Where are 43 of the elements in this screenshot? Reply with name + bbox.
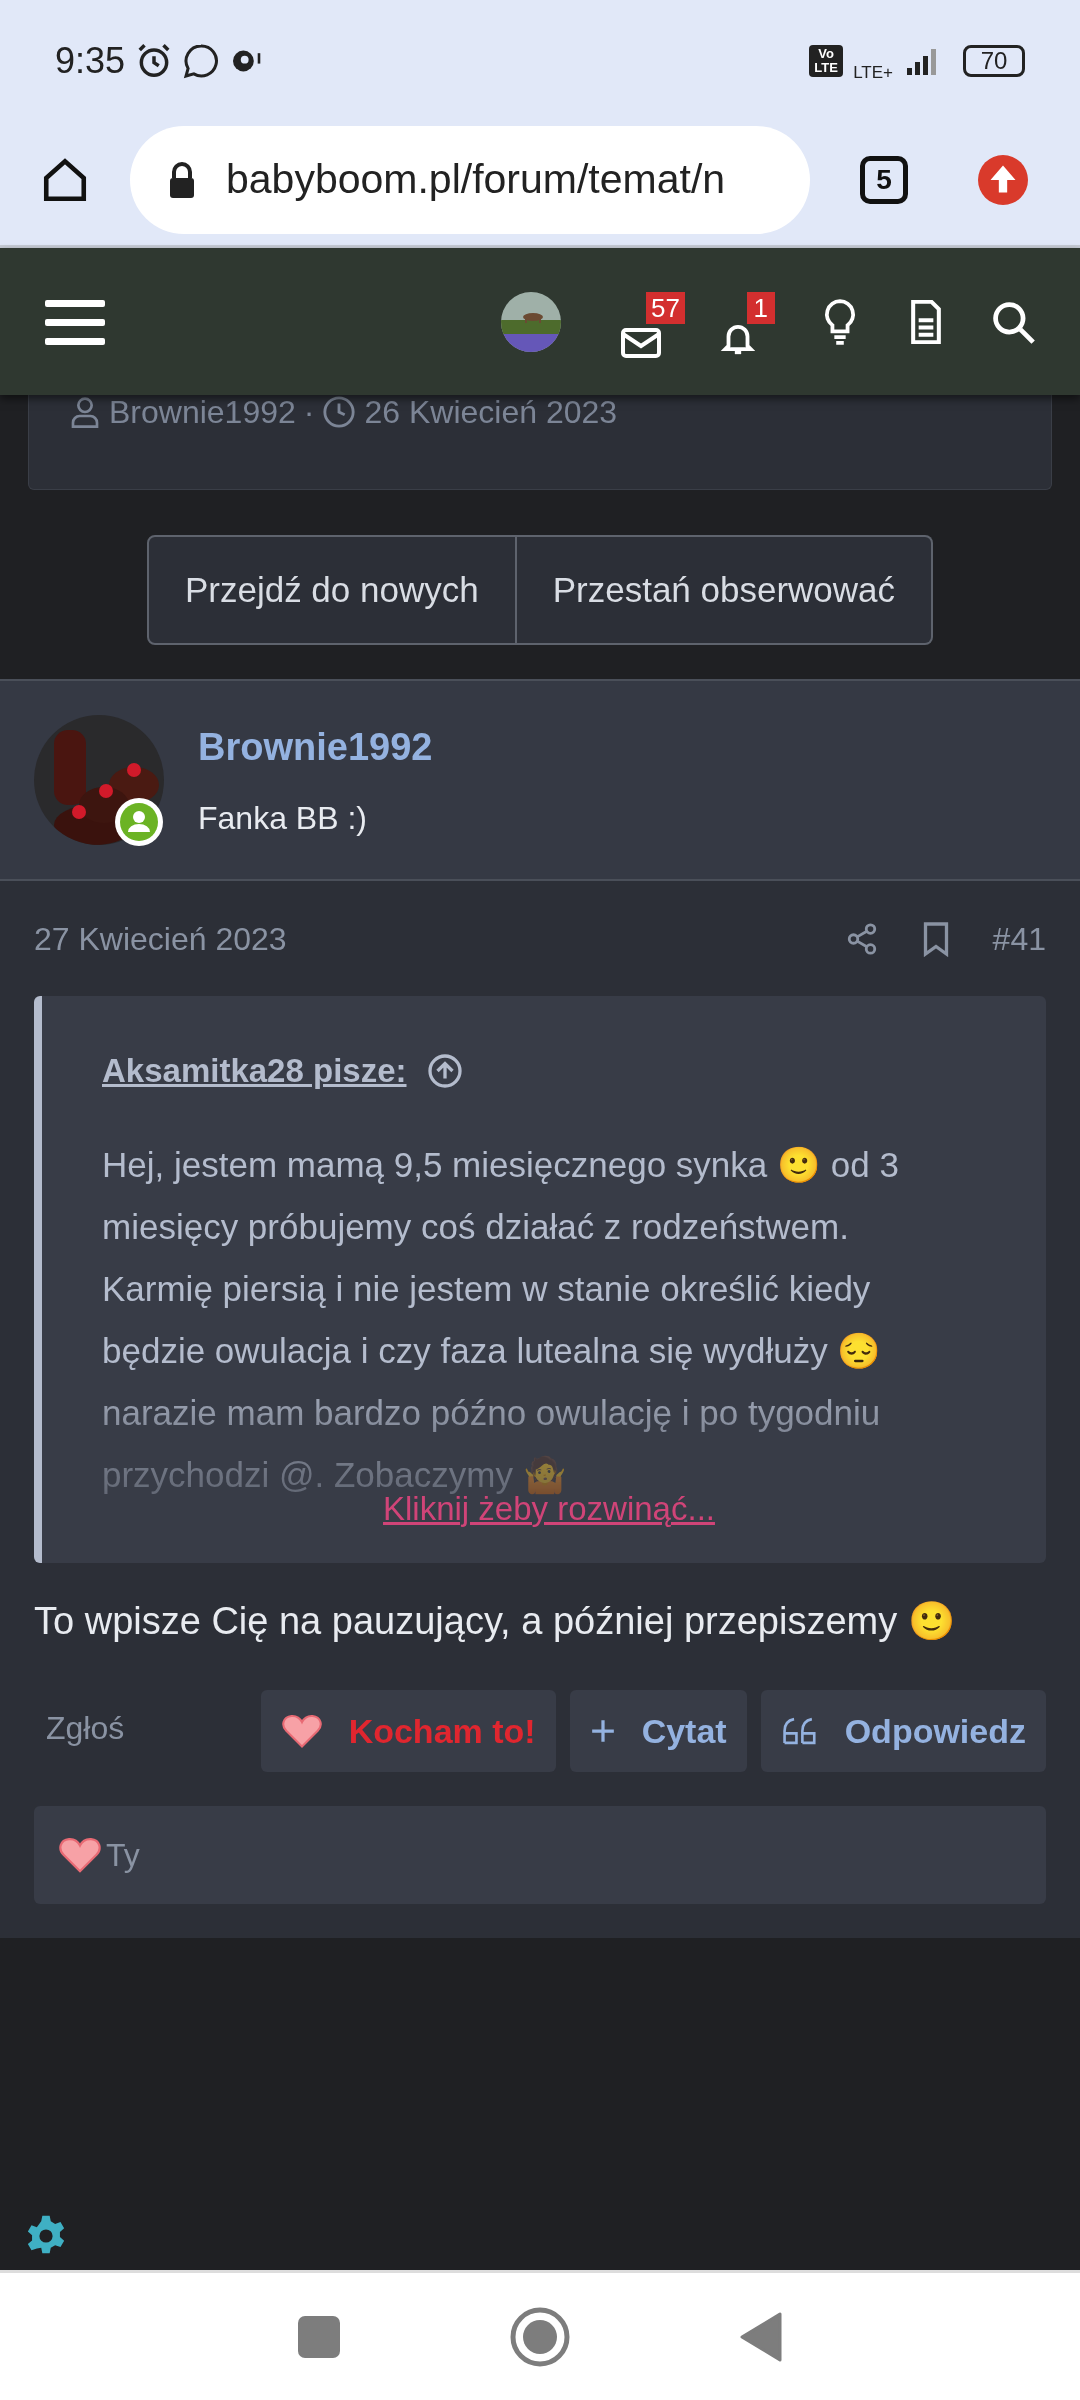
document-icon[interactable] bbox=[909, 299, 943, 344]
clock-time: 9:35 bbox=[55, 38, 126, 83]
thread-button[interactable]: Przejdź do nowych bbox=[146, 535, 517, 645]
recents-icon[interactable] bbox=[298, 2315, 340, 2358]
quote-text: Hej, jestem mamą 9,5 miesięcznego synka 🙂 od 3 miesięcy próbujemy coś działać z rodzeństwem. Karmię piersią i nie jestem w stanie określić kiedy będzie owulacja i czy faza lutealna się wydłuży 😔 narazie mam bardzo późno owulację i po tygodniu przychodzi @. Zobaczymy 🤷 bbox=[102, 1143, 900, 1496]
separator-text: · bbox=[303, 395, 315, 429]
quote-marks-icon bbox=[780, 1716, 819, 1746]
battery-indicator: 70 bbox=[963, 44, 1025, 77]
heart-icon bbox=[58, 1836, 102, 1874]
quote-button[interactable]: Cytat bbox=[569, 1690, 747, 1772]
upload-icon[interactable] bbox=[978, 155, 1028, 205]
notification-badge: 57 bbox=[646, 291, 685, 324]
volte-label: Vo LTE bbox=[809, 44, 844, 77]
post-number[interactable]: #41 bbox=[992, 914, 1046, 963]
address-bar[interactable]: babyboom.pl/forum/temat/n bbox=[130, 126, 810, 234]
reply-button[interactable]: Odpowiedz bbox=[760, 1690, 1046, 1772]
back-icon[interactable] bbox=[740, 2311, 782, 2362]
post-date[interactable]: 27 Kwiecień 2023 bbox=[34, 914, 287, 963]
post-author[interactable]: Brownie1992 bbox=[198, 718, 433, 776]
lock-icon bbox=[168, 162, 196, 198]
heart-icon bbox=[280, 1713, 323, 1749]
notification-badge: 1 bbox=[746, 291, 775, 324]
thread-date: 26 Kwiecień 2023 bbox=[364, 395, 618, 429]
quote-author-link[interactable]: Aksamitka28 pisze: bbox=[102, 1046, 407, 1096]
alerts-button[interactable]: 1 bbox=[719, 291, 775, 358]
thread-author[interactable]: Brownie1992 bbox=[109, 395, 296, 429]
envelope-icon bbox=[621, 327, 661, 358]
search-icon[interactable] bbox=[991, 299, 1035, 344]
report-link[interactable]: Zgłoś bbox=[46, 1704, 247, 1752]
arrow-up-icon[interactable] bbox=[426, 1052, 463, 1089]
tab-count-button[interactable]: 5 bbox=[860, 156, 908, 204]
user-title: Fanka BB :) bbox=[198, 798, 368, 838]
clock-icon bbox=[322, 395, 357, 429]
user-icon bbox=[69, 395, 101, 429]
url-text: babyboom.pl/forum/temat/n bbox=[226, 155, 726, 205]
plus-icon bbox=[589, 1718, 616, 1744]
messages-button[interactable]: 57 bbox=[621, 291, 685, 358]
reaction-user[interactable]: Ty bbox=[106, 1831, 140, 1879]
chat-icon bbox=[183, 42, 220, 79]
network-label: LTE+ bbox=[853, 61, 893, 84]
lightbulb-icon[interactable] bbox=[823, 298, 857, 345]
thread-button[interactable]: Przestań obserwować bbox=[516, 535, 934, 645]
post-body: To wpisze Cię na pauzujący, a później przepiszemy 🙂 bbox=[34, 1599, 956, 1644]
